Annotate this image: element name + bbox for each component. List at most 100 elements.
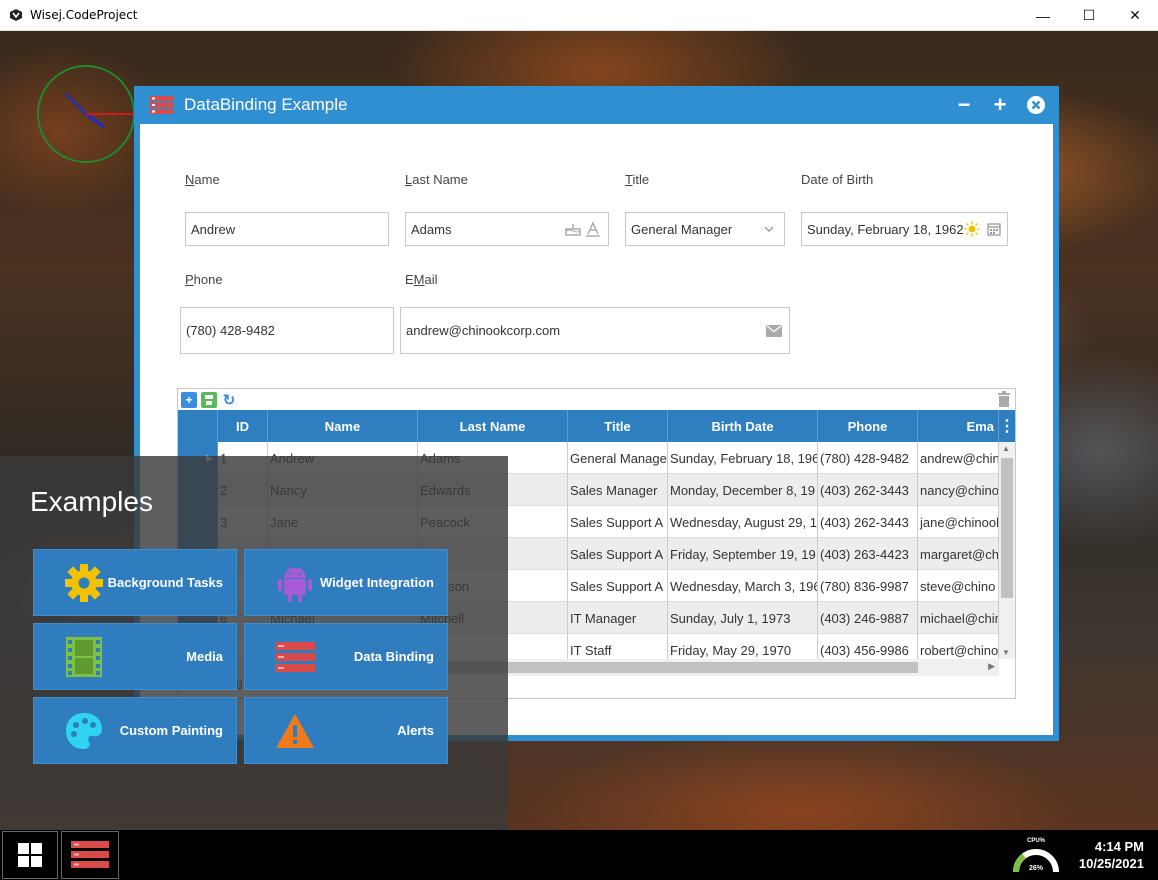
table-cell[interactable]: (403) 262-3443 — [818, 474, 918, 506]
font-letter-icon[interactable] — [584, 220, 602, 238]
custom-painting-tile[interactable]: Custom Painting — [33, 697, 237, 764]
os-titlebar: Wisej.CodeProject — ☐ ✕ — [0, 0, 1158, 31]
taskbar-databinding-button[interactable] — [61, 831, 119, 879]
vertical-scroll-thumb[interactable] — [1001, 458, 1013, 598]
name-label: Name — [185, 172, 220, 187]
analog-clock-widget — [37, 65, 135, 163]
window-add-button[interactable]: + — [989, 94, 1011, 116]
column-header[interactable]: Phone — [818, 410, 918, 442]
dob-datepicker[interactable]: Sunday, February 18, 1962 — [801, 212, 1008, 246]
window-header[interactable]: DataBinding Example — [134, 86, 1059, 124]
column-header[interactable]: ID — [218, 410, 268, 442]
examples-panel: Examples Background Tasks Widget Integra… — [0, 456, 508, 830]
widget-integration-tile[interactable]: Widget Integration — [244, 549, 448, 616]
vertical-scrollbar[interactable]: ▲ ▼ — [999, 442, 1015, 659]
table-cell[interactable]: andrew@chin — [918, 442, 999, 474]
refresh-icon[interactable]: ↻ — [221, 392, 237, 409]
grid-toolbar: + ↻ — [178, 389, 1015, 410]
title-label: Title — [625, 172, 650, 187]
table-cell[interactable]: Sales Manager — [568, 474, 668, 506]
table-cell[interactable]: michael@chir — [918, 602, 999, 634]
table-cell[interactable]: Sales Support A — [568, 506, 668, 538]
cpu-gauge[interactable]: CPU% 26% — [1012, 834, 1060, 876]
table-cell[interactable]: (780) 836-9987 — [818, 570, 918, 602]
tile-label: Widget Integration — [320, 575, 434, 590]
android-icon — [273, 561, 317, 605]
table-cell[interactable]: IT Manager — [568, 602, 668, 634]
lastname-label: Last Name — [405, 172, 468, 187]
os-minimize-button[interactable]: — — [1020, 0, 1066, 31]
trash-icon[interactable] — [997, 391, 1011, 407]
table-cell[interactable]: robert@chino — [918, 634, 999, 659]
background-tasks-tile[interactable]: Background Tasks — [33, 549, 237, 616]
taskbar: CPU% 26% 4:14 PM 10/25/2021 — [0, 830, 1158, 880]
tray-clock[interactable]: 4:14 PM 10/25/2021 — [1079, 838, 1144, 872]
table-cell[interactable]: Sales Support A — [568, 538, 668, 570]
tile-label: Alerts — [397, 723, 434, 738]
window-minimize-button[interactable]: − — [953, 94, 975, 116]
calendar-icon[interactable] — [985, 220, 1003, 238]
scroll-down-arrow-icon[interactable]: ▼ — [1002, 648, 1010, 657]
column-header[interactable]: Title — [568, 410, 668, 442]
tile-label: Custom Painting — [119, 723, 223, 738]
lastname-input[interactable]: Adams — [405, 212, 609, 246]
table-cell[interactable]: Friday, September 19, 19 — [668, 538, 818, 570]
warning-icon — [273, 709, 317, 753]
examples-title: Examples — [30, 486, 153, 517]
table-cell[interactable]: (403) 262-3443 — [818, 506, 918, 538]
title-select[interactable]: General Manager — [625, 212, 785, 246]
table-cell[interactable]: steve@chino — [918, 570, 999, 602]
gear-icon — [62, 561, 106, 605]
alerts-tile[interactable]: Alerts — [244, 697, 448, 764]
scroll-right-arrow-icon[interactable]: ▶ — [988, 661, 995, 672]
table-cell[interactable]: (780) 428-9482 — [818, 442, 918, 474]
table-cell[interactable]: Wednesday, August 29, 1 — [668, 506, 818, 538]
table-cell[interactable]: (403) 456-9986 — [818, 634, 918, 659]
wisej-logo-icon — [10, 9, 22, 21]
grid-header: ID Name Last Name Title Birth Date Phone… — [178, 410, 1015, 442]
chevron-down-icon — [760, 220, 778, 238]
table-cell[interactable]: margaret@ch — [918, 538, 999, 570]
table-cell[interactable]: (403) 246-9887 — [818, 602, 918, 634]
email-input[interactable]: andrew@chinookcorp.com — [400, 307, 790, 354]
close-circle-icon — [1027, 96, 1045, 114]
birthday-cake-icon[interactable] — [564, 220, 582, 238]
column-header[interactable]: Ema — [918, 410, 999, 442]
database-icon — [71, 841, 109, 868]
envelope-icon[interactable] — [765, 322, 783, 340]
add-row-icon[interactable]: + — [181, 391, 197, 408]
table-cell[interactable]: Sales Support A — [568, 570, 668, 602]
cpu-label: CPU% — [1027, 838, 1046, 844]
tile-label: Media — [186, 649, 223, 664]
column-menu-icon[interactable]: ⋮ — [999, 410, 1015, 442]
os-maximize-button[interactable]: ☐ — [1066, 0, 1112, 31]
os-close-button[interactable]: ✕ — [1112, 0, 1158, 31]
table-cell[interactable]: Wednesday, March 3, 196 — [668, 570, 818, 602]
column-header[interactable]: Last Name — [418, 410, 568, 442]
column-header[interactable]: Name — [268, 410, 418, 442]
save-icon[interactable] — [201, 391, 217, 408]
phone-label: Phone — [185, 272, 223, 287]
table-cell[interactable]: Monday, December 8, 19 — [668, 474, 818, 506]
table-cell[interactable]: Sunday, February 18, 196 — [668, 442, 818, 474]
media-tile[interactable]: Media — [33, 623, 237, 690]
table-cell[interactable]: nancy@chino — [918, 474, 999, 506]
phone-input[interactable]: (780) 428-9482 — [180, 307, 394, 354]
scroll-up-arrow-icon[interactable]: ▲ — [1002, 444, 1010, 453]
table-cell[interactable]: General Manage — [568, 442, 668, 474]
start-button[interactable] — [2, 831, 58, 879]
table-cell[interactable]: Sunday, July 1, 1973 — [668, 602, 818, 634]
table-cell[interactable]: (403) 263-4423 — [818, 538, 918, 570]
window-close-button[interactable] — [1025, 94, 1047, 116]
tray-date: 10/25/2021 — [1078, 856, 1144, 871]
name-input[interactable]: Andrew — [185, 212, 389, 246]
cpu-value: 26% — [1029, 865, 1044, 872]
app-title: Wisej.CodeProject — [30, 8, 138, 22]
table-cell[interactable]: Friday, May 29, 1970 — [668, 634, 818, 659]
table-cell[interactable]: jane@chinool — [918, 506, 999, 538]
data-binding-tile[interactable]: Data Binding — [244, 623, 448, 690]
row-header-corner — [178, 410, 218, 442]
column-header[interactable]: Birth Date — [668, 410, 818, 442]
sun-icon[interactable] — [963, 220, 981, 238]
table-cell[interactable]: IT Staff — [568, 634, 668, 659]
